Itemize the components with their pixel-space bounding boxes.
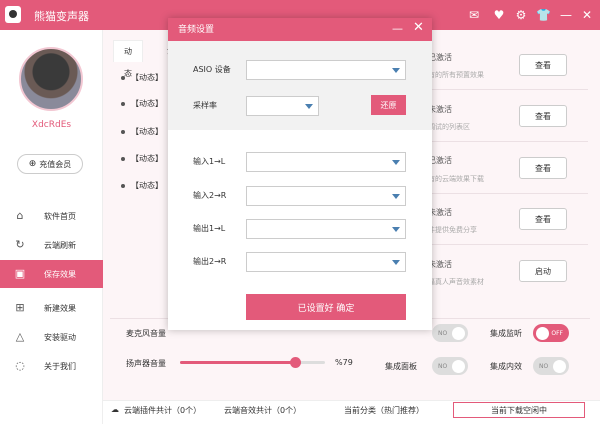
download-status: 当前下载空闲中	[453, 402, 585, 418]
refresh-icon: ↻	[15, 238, 25, 251]
divider	[428, 244, 588, 245]
panda-logo-icon	[5, 6, 21, 23]
dialog-minimize-icon[interactable]: —	[392, 22, 403, 36]
input1-label: 输入1→L	[193, 157, 226, 166]
shirt-icon[interactable]: 👕	[536, 8, 551, 22]
plugins-count: 云端插件共计（0个）	[124, 406, 202, 415]
tab-dynamic[interactable]: 动态	[113, 40, 143, 78]
view-button[interactable]: 查看	[519, 157, 567, 179]
monitor-toggle[interactable]: OFF	[533, 324, 569, 342]
cloud-icon: ☁	[111, 405, 119, 414]
dialog-title: 音频设置	[178, 25, 215, 35]
settings-icon[interactable]: ⚙	[514, 8, 528, 22]
avatar[interactable]	[19, 47, 83, 111]
dialog-device-section	[168, 41, 432, 130]
chevron-down-icon	[392, 227, 400, 232]
sidebar-item-driver[interactable]: △ 安装驱动	[0, 323, 103, 351]
output1-label: 输出1→L	[193, 224, 226, 233]
divider	[428, 89, 588, 90]
start-button[interactable]: 启动	[519, 260, 567, 282]
sample-rate-label: 采样率	[193, 101, 217, 110]
sidebar-item-label: 新建效果	[44, 303, 76, 313]
divider	[428, 193, 588, 194]
speaker-volume-handle[interactable]	[290, 357, 301, 368]
speaker-volume-fill	[180, 361, 295, 364]
chevron-down-icon	[392, 160, 400, 165]
app-title: 熊猫变声器	[34, 10, 89, 23]
view-button[interactable]: 查看	[519, 208, 567, 230]
divider	[428, 141, 588, 142]
home-icon: ⌂	[16, 209, 24, 222]
asio-device-select[interactable]	[246, 60, 406, 80]
asio-label: ASIO 设备	[193, 65, 231, 74]
chevron-down-icon	[392, 194, 400, 199]
drive-icon: △	[15, 330, 25, 343]
internal-effect-label: 集成内效	[490, 362, 522, 371]
view-button[interactable]: 查看	[519, 54, 567, 76]
output2-select[interactable]	[246, 252, 406, 272]
sidebar-item-label: 保存效果	[44, 269, 76, 279]
output2-label: 输出2→R	[193, 257, 227, 266]
add-icon: ⊞	[15, 301, 25, 314]
sidebar-item-label: 安装驱动	[44, 332, 76, 342]
sidebar-item-refresh[interactable]: ↻ 云端刷新	[0, 231, 103, 259]
panel-label: 集成面板	[385, 362, 417, 371]
input1-select[interactable]	[246, 152, 406, 172]
toggle-switch[interactable]: NO	[432, 324, 468, 342]
row-description: 件提供免费分享	[428, 226, 477, 234]
sidebar-item-label: 关于我们	[44, 361, 76, 371]
speaker-volume-value: %79	[335, 358, 353, 367]
current-category: 当前分类（热门推荐）	[344, 406, 424, 415]
close-icon[interactable]: ✕	[580, 8, 594, 22]
sidebar-item-new[interactable]: ⊞ 新建效果	[0, 294, 103, 322]
effects-count: 云端音效共计（0个）	[224, 406, 302, 415]
username: XdcRdEs	[31, 120, 72, 130]
mic-volume-label: 麦克风音量	[126, 329, 166, 338]
input2-label: 输入2→R	[193, 191, 227, 200]
confirm-button[interactable]: 已设置好 确定	[246, 294, 406, 320]
mail-icon[interactable]: ✉	[467, 8, 481, 22]
chevron-down-icon	[392, 260, 400, 265]
gift-icon[interactable]: ♥	[492, 8, 506, 22]
input2-select[interactable]	[246, 186, 406, 206]
sidebar-item-about[interactable]: ◌ 关于我们	[0, 352, 103, 380]
row-description: 调试的列表区	[428, 123, 470, 131]
row-description: 逼真人声音效素材	[428, 278, 484, 286]
view-button[interactable]: 查看	[519, 105, 567, 127]
recharge-vip-label: 充值会员	[39, 159, 72, 169]
sample-rate-select[interactable]	[246, 96, 319, 116]
internal-effect-toggle[interactable]: NO	[533, 357, 569, 375]
panel-toggle[interactable]: NO	[432, 357, 468, 375]
coin-icon: ⊕	[28, 159, 37, 169]
speaker-volume-label: 扬声器音量	[126, 359, 166, 368]
output1-select[interactable]	[246, 219, 406, 239]
row-description: 有的云端效果下载	[428, 175, 484, 183]
dialog-close-icon[interactable]: ✕	[413, 21, 425, 35]
reset-button[interactable]: 还原	[371, 95, 406, 115]
sidebar-item-label: 云端刷新	[44, 240, 76, 250]
info-icon: ◌	[15, 359, 25, 372]
sidebar-item-label: 软件首页	[44, 211, 76, 221]
row-description: 有的所有预置效果	[428, 71, 484, 79]
save-icon: ▣	[14, 267, 26, 280]
chevron-down-icon	[305, 104, 313, 109]
chevron-down-icon	[392, 68, 400, 73]
sidebar-item-save[interactable]: ▣ 保存效果	[0, 260, 103, 288]
sidebar-item-home[interactable]: ⌂ 软件首页	[0, 202, 103, 230]
recharge-vip-button[interactable]: ⊕ 充值会员	[17, 154, 83, 174]
minimize-icon[interactable]: —	[559, 8, 573, 22]
monitor-label: 集成监听	[490, 329, 522, 338]
